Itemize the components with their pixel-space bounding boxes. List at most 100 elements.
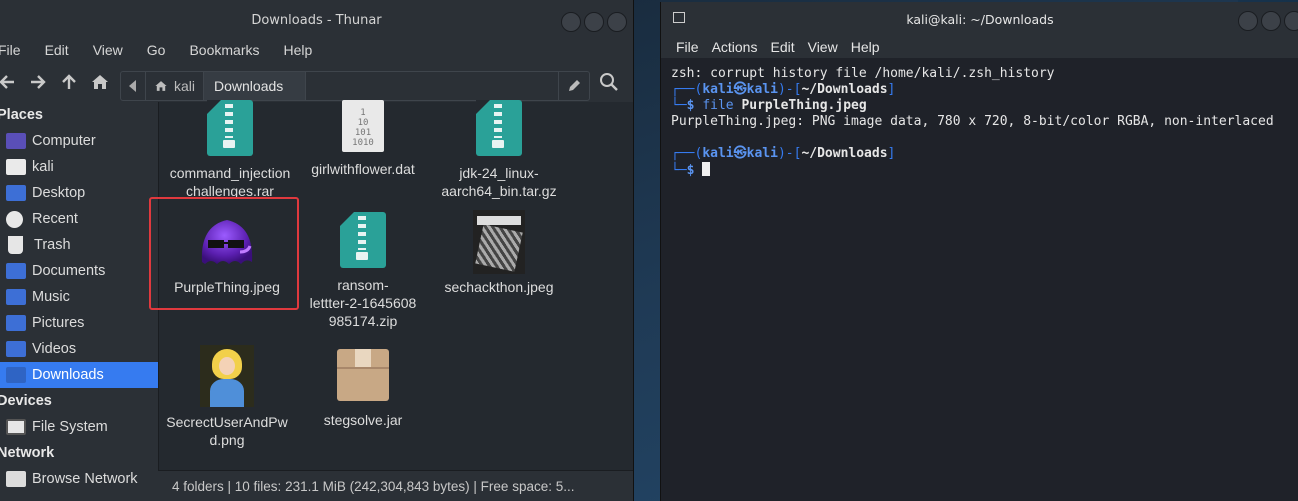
- sidebar: Places Computer kali Desktop Recent Tras…: [0, 102, 158, 501]
- archive-file-icon: [340, 212, 386, 268]
- sidebar-item-browse-network[interactable]: Browse Network: [0, 466, 158, 492]
- terminal-line: PurpleThing.jpeg: PNG image data, 780 x …: [671, 114, 1274, 129]
- file-item[interactable]: 1 10 101 1010 girlwithflower.dat: [295, 100, 431, 178]
- pictures-folder-icon: [6, 315, 26, 331]
- recent-icon: [6, 210, 23, 228]
- terminal-maximize-button[interactable]: [1261, 11, 1281, 31]
- terminal-window: kali@kali: ~/Downloads File Actions Edit…: [660, 2, 1298, 501]
- terminal-title: kali@kali: ~/Downloads: [906, 12, 1054, 27]
- downloads-folder-icon: [6, 367, 26, 383]
- maximize-button[interactable]: [584, 12, 604, 32]
- sidebar-item-videos[interactable]: Videos: [0, 336, 158, 362]
- sidebar-item-music[interactable]: Music: [0, 284, 158, 310]
- close-button[interactable]: [607, 12, 627, 32]
- archive-file-icon: [207, 100, 253, 156]
- menu-bookmarks[interactable]: Bookmarks: [189, 42, 265, 58]
- menu-help[interactable]: Help: [284, 42, 319, 58]
- prompt-host: kali: [746, 82, 778, 97]
- edit-location-icon[interactable]: [558, 72, 589, 100]
- terminal-prompt-line-1: ┌──(kali㉿kali)-[~/Downloads]: [671, 82, 896, 97]
- file-name: stegsolve.jar: [323, 412, 403, 428]
- terminal-output[interactable]: zsh: corrupt history file /home/kali/.zs…: [661, 58, 1298, 187]
- terminal-prompt-line-2: ┌──(kali㉿kali)-[~/Downloads]: [671, 146, 896, 161]
- terminal-line: zsh: corrupt history file /home/kali/.zs…: [671, 66, 1055, 81]
- sidebar-item-trash[interactable]: Trash: [0, 232, 158, 258]
- music-folder-icon: [6, 289, 26, 305]
- file-item[interactable]: stegsolve.jar: [295, 349, 431, 429]
- menu-go[interactable]: Go: [147, 42, 172, 58]
- thunar-titlebar[interactable]: Downloads - Thunar: [0, 0, 633, 38]
- prompt-user: kali: [702, 146, 734, 161]
- status-bar: 4 folders | 10 files: 231.1 MiB (242,304…: [158, 470, 633, 501]
- videos-folder-icon: [6, 341, 26, 357]
- path-segment-home[interactable]: kali: [146, 72, 205, 100]
- file-name: jdk-24_linux- aarch64_bin.tar.gz: [441, 165, 557, 199]
- terminal-menu-actions[interactable]: Actions: [712, 39, 758, 55]
- thunar-window: Downloads - Thunar File Edit View Go Boo…: [0, 0, 634, 501]
- sidebar-item-label: Browse Network: [32, 471, 138, 487]
- path-home-label: kali: [174, 78, 196, 94]
- back-arrow-icon[interactable]: [0, 69, 20, 95]
- path-current-label: Downloads: [214, 78, 284, 94]
- sidebar-item-pictures[interactable]: Pictures: [0, 310, 158, 336]
- sidebar-item-label: Videos: [32, 341, 77, 357]
- network-heading: Network: [0, 445, 55, 461]
- terminal-titlebar[interactable]: kali@kali: ~/Downloads: [661, 2, 1298, 36]
- terminal-close-button[interactable]: [1284, 11, 1298, 31]
- terminal-input-line: └─$: [671, 162, 1289, 179]
- window-title: Downloads - Thunar: [251, 13, 382, 28]
- file-item[interactable]: SecrectUserAndPw d.png: [159, 345, 295, 449]
- sidebar-item-downloads[interactable]: Downloads: [0, 362, 158, 388]
- search-icon[interactable]: [596, 69, 622, 95]
- jar-package-icon: [337, 349, 389, 401]
- prompt-at: ㉿: [733, 146, 747, 161]
- sechackthon-thumbnail-icon: [473, 210, 525, 274]
- sidebar-item-label: Music: [32, 289, 70, 305]
- data-file-icon: 1 10 101 1010: [342, 100, 384, 152]
- file-name: command_injection challenges.rar: [169, 165, 291, 199]
- path-segment-downloads[interactable]: Downloads: [204, 72, 307, 100]
- sidebar-item-label: kali: [32, 159, 54, 175]
- prompt-host: kali: [746, 146, 778, 161]
- forward-arrow-icon[interactable]: [25, 69, 51, 95]
- sidebar-item-recent[interactable]: Recent: [0, 206, 158, 232]
- menu-file[interactable]: File: [0, 42, 27, 58]
- terminal-menu-edit[interactable]: Edit: [770, 39, 794, 55]
- devices-heading: Devices: [0, 393, 52, 409]
- sidebar-item-computer[interactable]: Computer: [0, 128, 158, 154]
- file-item[interactable]: jdk-24_linux- aarch64_bin.tar.gz: [431, 100, 567, 200]
- terminal-menubar: File Actions Edit View Help: [661, 36, 1298, 58]
- file-item[interactable]: command_injection challenges.rar: [162, 100, 298, 200]
- terminal-minimize-button[interactable]: [1238, 11, 1258, 31]
- home-icon[interactable]: [87, 69, 113, 95]
- sidebar-item-label: Pictures: [32, 315, 85, 331]
- alice-image-thumbnail-icon: [200, 345, 254, 407]
- file-item[interactable]: ransom- lettter-2-1645608 985174.zip: [295, 212, 431, 330]
- sidebar-item-kali[interactable]: kali: [0, 154, 158, 180]
- prompt-at: ㉿: [733, 82, 747, 97]
- menu-view[interactable]: View: [93, 42, 129, 58]
- dat-glyph: 1 10 101 1010: [352, 108, 374, 148]
- path-scroll-left[interactable]: [121, 72, 146, 100]
- file-name: ransom- lettter-2-1645608 985174.zip: [309, 277, 417, 329]
- sidebar-item-label: Downloads: [32, 367, 104, 383]
- sidebar-item-desktop[interactable]: Desktop: [0, 180, 158, 206]
- file-name: girlwithflower.dat: [311, 161, 415, 177]
- terminal-menu-file[interactable]: File: [676, 39, 699, 55]
- file-name: SecrectUserAndPw d.png: [166, 414, 288, 448]
- sidebar-item-label: Trash: [34, 237, 71, 253]
- sidebar-item-label: Computer: [32, 133, 96, 149]
- sidebar-item-label: Documents: [32, 263, 106, 279]
- prompt-dir: ~/Downloads: [801, 146, 888, 161]
- menu-edit[interactable]: Edit: [45, 42, 75, 58]
- desktop-folder-icon: [6, 185, 26, 201]
- sidebar-item-documents[interactable]: Documents: [0, 258, 158, 284]
- minimize-button[interactable]: [561, 12, 581, 32]
- file-item[interactable]: sechackthon.jpeg: [431, 210, 567, 296]
- up-arrow-icon[interactable]: [56, 69, 82, 95]
- sidebar-item-filesystem[interactable]: File System: [0, 414, 158, 440]
- terminal-menu-help[interactable]: Help: [851, 39, 880, 55]
- terminal-menu-view[interactable]: View: [808, 39, 838, 55]
- menubar: File Edit View Go Bookmarks Help: [0, 38, 633, 62]
- text-cursor: [702, 162, 711, 176]
